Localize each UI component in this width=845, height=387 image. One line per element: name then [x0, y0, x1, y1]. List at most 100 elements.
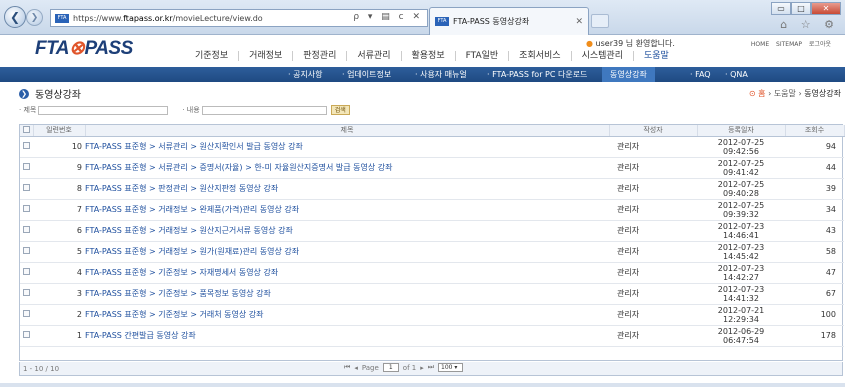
col-header-date[interactable]: 등록일자 — [697, 125, 786, 137]
sitemap-link[interactable]: SITEMAP — [776, 41, 802, 48]
gnb-item-judgment[interactable]: 판정관리 — [292, 51, 346, 61]
lecture-link[interactable]: FTA-PASS 간편발급 동영상 강좌 — [85, 331, 196, 340]
table-row[interactable]: 10 FTA-PASS 표준형 > 서류관리 > 원산지확인서 발급 동영상 강좌… — [20, 136, 844, 158]
browser-tab[interactable]: FTA FTA-PASS 동영상강좌 ✕ — [429, 7, 589, 35]
title-search-input[interactable] — [38, 105, 169, 115]
row-title: FTA-PASS 표준형 > 기준정보 > 자재명세서 동영상 강좌 — [85, 262, 609, 284]
gnb-item-usage-info[interactable]: 활용정보 — [400, 51, 455, 61]
row-author: 관리자 — [609, 178, 697, 200]
title-search-label: · 제목 — [19, 106, 37, 114]
lecture-link[interactable]: FTA-PASS 표준형 > 거래정보 > 완제품(가격)관리 동영상 강좌 — [85, 205, 299, 214]
gnb-item-trade-info[interactable]: 거래정보 — [238, 51, 292, 61]
gnb-item-documents[interactable]: 서류관리 — [346, 51, 400, 61]
lecture-link[interactable]: FTA-PASS 표준형 > 서류관리 > 원산지확인서 발급 동영상 강좌 — [85, 142, 303, 151]
row-checkbox[interactable] — [20, 241, 33, 263]
lecture-link[interactable]: FTA-PASS 표준형 > 거래정보 > 원가(원재료)관리 동영상 강좌 — [85, 247, 299, 256]
subnav-qna[interactable]: · QNA — [725, 67, 748, 82]
window-controls: ▭ □ ✕ — [771, 2, 841, 15]
utility-links: HOME SITEMAP 로그아웃 — [746, 39, 831, 48]
logout-link[interactable]: 로그아웃 — [809, 41, 831, 48]
record-count: 1 - 10 / 10 — [23, 365, 60, 373]
row-checkbox[interactable] — [20, 136, 33, 158]
table-row[interactable]: 9 FTA-PASS 표준형 > 서류관리 > 증명서(자율) > 한-미 자율원… — [20, 157, 844, 179]
subnav-manual[interactable]: · 사용자 매뉴얼 — [415, 67, 467, 82]
subnav-notice[interactable]: · 공지사항 — [288, 67, 323, 82]
row-checkbox[interactable] — [20, 178, 33, 200]
subnav-updates[interactable]: · 업데이트정보 — [342, 67, 391, 82]
page-title: ❯ 동영상강좌 — [19, 86, 81, 101]
row-checkbox[interactable] — [20, 283, 33, 305]
row-title: FTA-PASS 표준형 > 거래정보 > 원가(원재료)관리 동영상 강좌 — [85, 241, 609, 263]
col-header-views[interactable]: 조회수 — [785, 125, 845, 137]
row-title: FTA-PASS 표준형 > 기준정보 > 거래처 동영상 강좌 — [85, 304, 609, 326]
col-header-title[interactable]: 제목 — [85, 125, 610, 137]
page-size-select[interactable]: 100 ▾ — [438, 363, 464, 372]
minimize-button[interactable]: ▭ — [771, 2, 791, 15]
lecture-link[interactable]: FTA-PASS 표준형 > 서류관리 > 증명서(자율) > 한-미 자율원산… — [85, 163, 393, 172]
browser-tools-icons[interactable]: ⌂ ☆ ⚙ — [780, 18, 839, 31]
lecture-link[interactable]: FTA-PASS 표준형 > 판정관리 > 원산지판정 동영상 강좌 — [85, 184, 278, 193]
grid-body: 10 FTA-PASS 표준형 > 서류관리 > 원산지확인서 발급 동영상 강좌… — [20, 136, 844, 347]
row-views: 94 — [785, 136, 844, 158]
maximize-button[interactable]: □ — [791, 2, 811, 15]
row-author: 관리자 — [609, 157, 697, 179]
close-window-button[interactable]: ✕ — [811, 2, 841, 15]
gnb-item-inquiry[interactable]: 조회서비스 — [508, 51, 570, 61]
table-row[interactable]: 7 FTA-PASS 표준형 > 거래정보 > 완제품(가격)관리 동영상 강좌 관… — [20, 199, 844, 221]
page-label: Page — [361, 363, 379, 372]
subnav-video-lectures[interactable]: 동영상강좌 — [602, 67, 655, 82]
table-row[interactable]: 3 FTA-PASS 표준형 > 기준정보 > 품목정보 동영상 강좌 관리자 201… — [20, 283, 844, 305]
last-page-icon[interactable]: ⏭ — [428, 363, 434, 372]
row-title: FTA-PASS 간편발급 동영상 강좌 — [85, 325, 609, 347]
table-row[interactable]: 8 FTA-PASS 표준형 > 판정관리 > 원산지판정 동영상 강좌 관리자 20… — [20, 178, 844, 200]
tab-close-icon[interactable]: ✕ — [575, 17, 583, 27]
page-number-input[interactable]: 1 — [382, 363, 399, 372]
lecture-link[interactable]: FTA-PASS 표준형 > 거래정보 > 원산지근거서류 동영상 강좌 — [85, 226, 293, 235]
search-button[interactable]: 검색 — [330, 105, 350, 115]
lecture-link[interactable]: FTA-PASS 표준형 > 기준정보 > 자재명세서 동영상 강좌 — [85, 268, 278, 277]
subnav-pc-download[interactable]: · FTA-PASS for PC 다운로드 — [487, 67, 587, 82]
breadcrumb-home[interactable]: ⊙ 홈 — [749, 89, 766, 98]
row-title: FTA-PASS 표준형 > 판정관리 > 원산지판정 동영상 강좌 — [85, 178, 609, 200]
select-all-checkbox[interactable] — [20, 125, 34, 137]
new-tab-button[interactable] — [591, 14, 609, 28]
forward-button[interactable]: ❯ — [26, 9, 43, 26]
back-arrow-icon: ❮ — [9, 10, 21, 24]
lecture-link[interactable]: FTA-PASS 표준형 > 기준정보 > 거래처 동영상 강좌 — [85, 310, 263, 319]
col-header-serial[interactable]: 일련번호 — [33, 125, 86, 137]
row-serial: 4 — [33, 262, 85, 284]
row-checkbox[interactable] — [20, 262, 33, 284]
row-title: FTA-PASS 표준형 > 서류관리 > 증명서(자율) > 한-미 자율원산… — [85, 157, 609, 179]
content-search-input[interactable] — [201, 105, 327, 115]
table-row[interactable]: 4 FTA-PASS 표준형 > 기준정보 > 자재명세서 동영상 강좌 관리자 20… — [20, 262, 844, 284]
col-header-author[interactable]: 작성자 — [609, 125, 698, 137]
row-checkbox[interactable] — [20, 157, 33, 179]
address-bar[interactable]: FTA https://www.ftapass.or.kr/movieLectu… — [50, 9, 428, 27]
gnb-item-system[interactable]: 시스템관리 — [570, 51, 633, 61]
prev-page-icon[interactable]: ◂ — [354, 364, 358, 372]
row-title: FTA-PASS 표준형 > 서류관리 > 원산지확인서 발급 동영상 강좌 — [85, 136, 609, 158]
gnb-item-basic-info[interactable]: 기준정보 — [185, 51, 238, 61]
home-link[interactable]: HOME — [751, 41, 769, 48]
address-bar-icons[interactable]: ρ ▾ ▤ c ✕ — [353, 12, 423, 22]
breadcrumb: ⊙ 홈 › 도움말 › 동영상강좌 — [748, 89, 841, 98]
table-row[interactable]: 5 FTA-PASS 표준형 > 거래정보 > 원가(원재료)관리 동영상 강좌 관… — [20, 241, 844, 263]
lecture-link[interactable]: FTA-PASS 표준형 > 기준정보 > 품목정보 동영상 강좌 — [85, 289, 271, 298]
first-page-icon[interactable]: ⏮ — [344, 363, 350, 372]
row-checkbox[interactable] — [20, 199, 33, 221]
row-title: FTA-PASS 표준형 > 거래정보 > 완제품(가격)관리 동영상 강좌 — [85, 199, 609, 221]
table-row[interactable]: 2 FTA-PASS 표준형 > 기준정보 > 거래처 동영상 강좌 관리자 2012… — [20, 304, 844, 326]
back-button[interactable]: ❮ — [4, 6, 26, 28]
gnb-item-help[interactable]: 도움말 — [632, 51, 679, 61]
next-page-icon[interactable]: ▸ — [420, 364, 424, 372]
table-row[interactable]: 1 FTA-PASS 간편발급 동영상 강좌 관리자 2012-06-29 06:47:… — [20, 325, 844, 347]
row-checkbox[interactable] — [20, 220, 33, 242]
window-bottom-border — [0, 383, 845, 387]
table-row[interactable]: 6 FTA-PASS 표준형 > 거래정보 > 원산지근거서류 동영상 강좌 관리자… — [20, 220, 844, 242]
subnav-faq[interactable]: · FAQ — [690, 67, 711, 82]
site-logo[interactable]: FTA⊗PASS — [35, 37, 133, 60]
row-checkbox[interactable] — [20, 325, 33, 347]
row-author: 관리자 — [609, 220, 697, 242]
gnb-item-fta-general[interactable]: FTA일반 — [454, 51, 509, 61]
row-checkbox[interactable] — [20, 304, 33, 326]
